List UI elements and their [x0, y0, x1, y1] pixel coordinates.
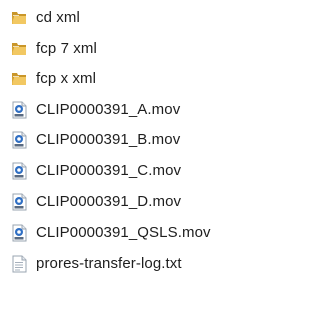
file-name: CLIP0000391_B.mov: [36, 131, 181, 148]
quicktime-movie-icon: [10, 224, 28, 242]
file-name: cd xml: [36, 9, 80, 26]
list-item-fcp-x-xml[interactable]: fcp x xml: [0, 66, 276, 92]
list-item-clip-b[interactable]: CLIP0000391_B.mov: [0, 127, 276, 153]
file-name: CLIP0000391_D.mov: [36, 193, 182, 210]
file-name: prores-transfer-log.txt: [36, 255, 182, 272]
quicktime-movie-icon: [10, 162, 28, 180]
list-item-transfer-log[interactable]: prores-transfer-log.txt: [0, 251, 276, 277]
list-item-clip-d[interactable]: CLIP0000391_D.mov: [0, 189, 276, 215]
list-item-clip-c[interactable]: CLIP0000391_C.mov: [0, 158, 276, 184]
file-name: CLIP0000391_A.mov: [36, 101, 181, 118]
file-list: cd xml fcp 7 xml fcp x xml CLIP0000391_A…: [0, 0, 276, 315]
list-item-fcp-7-xml[interactable]: fcp 7 xml: [0, 36, 276, 62]
quicktime-movie-icon: [10, 101, 28, 119]
folder-icon: [10, 9, 28, 27]
list-item-clip-a[interactable]: CLIP0000391_A.mov: [0, 97, 276, 123]
file-name: CLIP0000391_C.mov: [36, 162, 182, 179]
file-name: fcp x xml: [36, 70, 97, 87]
quicktime-movie-icon: [10, 193, 28, 211]
folder-icon: [10, 40, 28, 58]
file-name: fcp 7 xml: [36, 40, 97, 57]
list-item-cd-xml[interactable]: cd xml: [0, 5, 276, 31]
text-document-icon: [10, 255, 28, 273]
file-name: CLIP0000391_QSLS.mov: [36, 224, 211, 241]
folder-icon: [10, 70, 28, 88]
list-item-clip-qsls[interactable]: CLIP0000391_QSLS.mov: [0, 220, 276, 246]
quicktime-movie-icon: [10, 131, 28, 149]
